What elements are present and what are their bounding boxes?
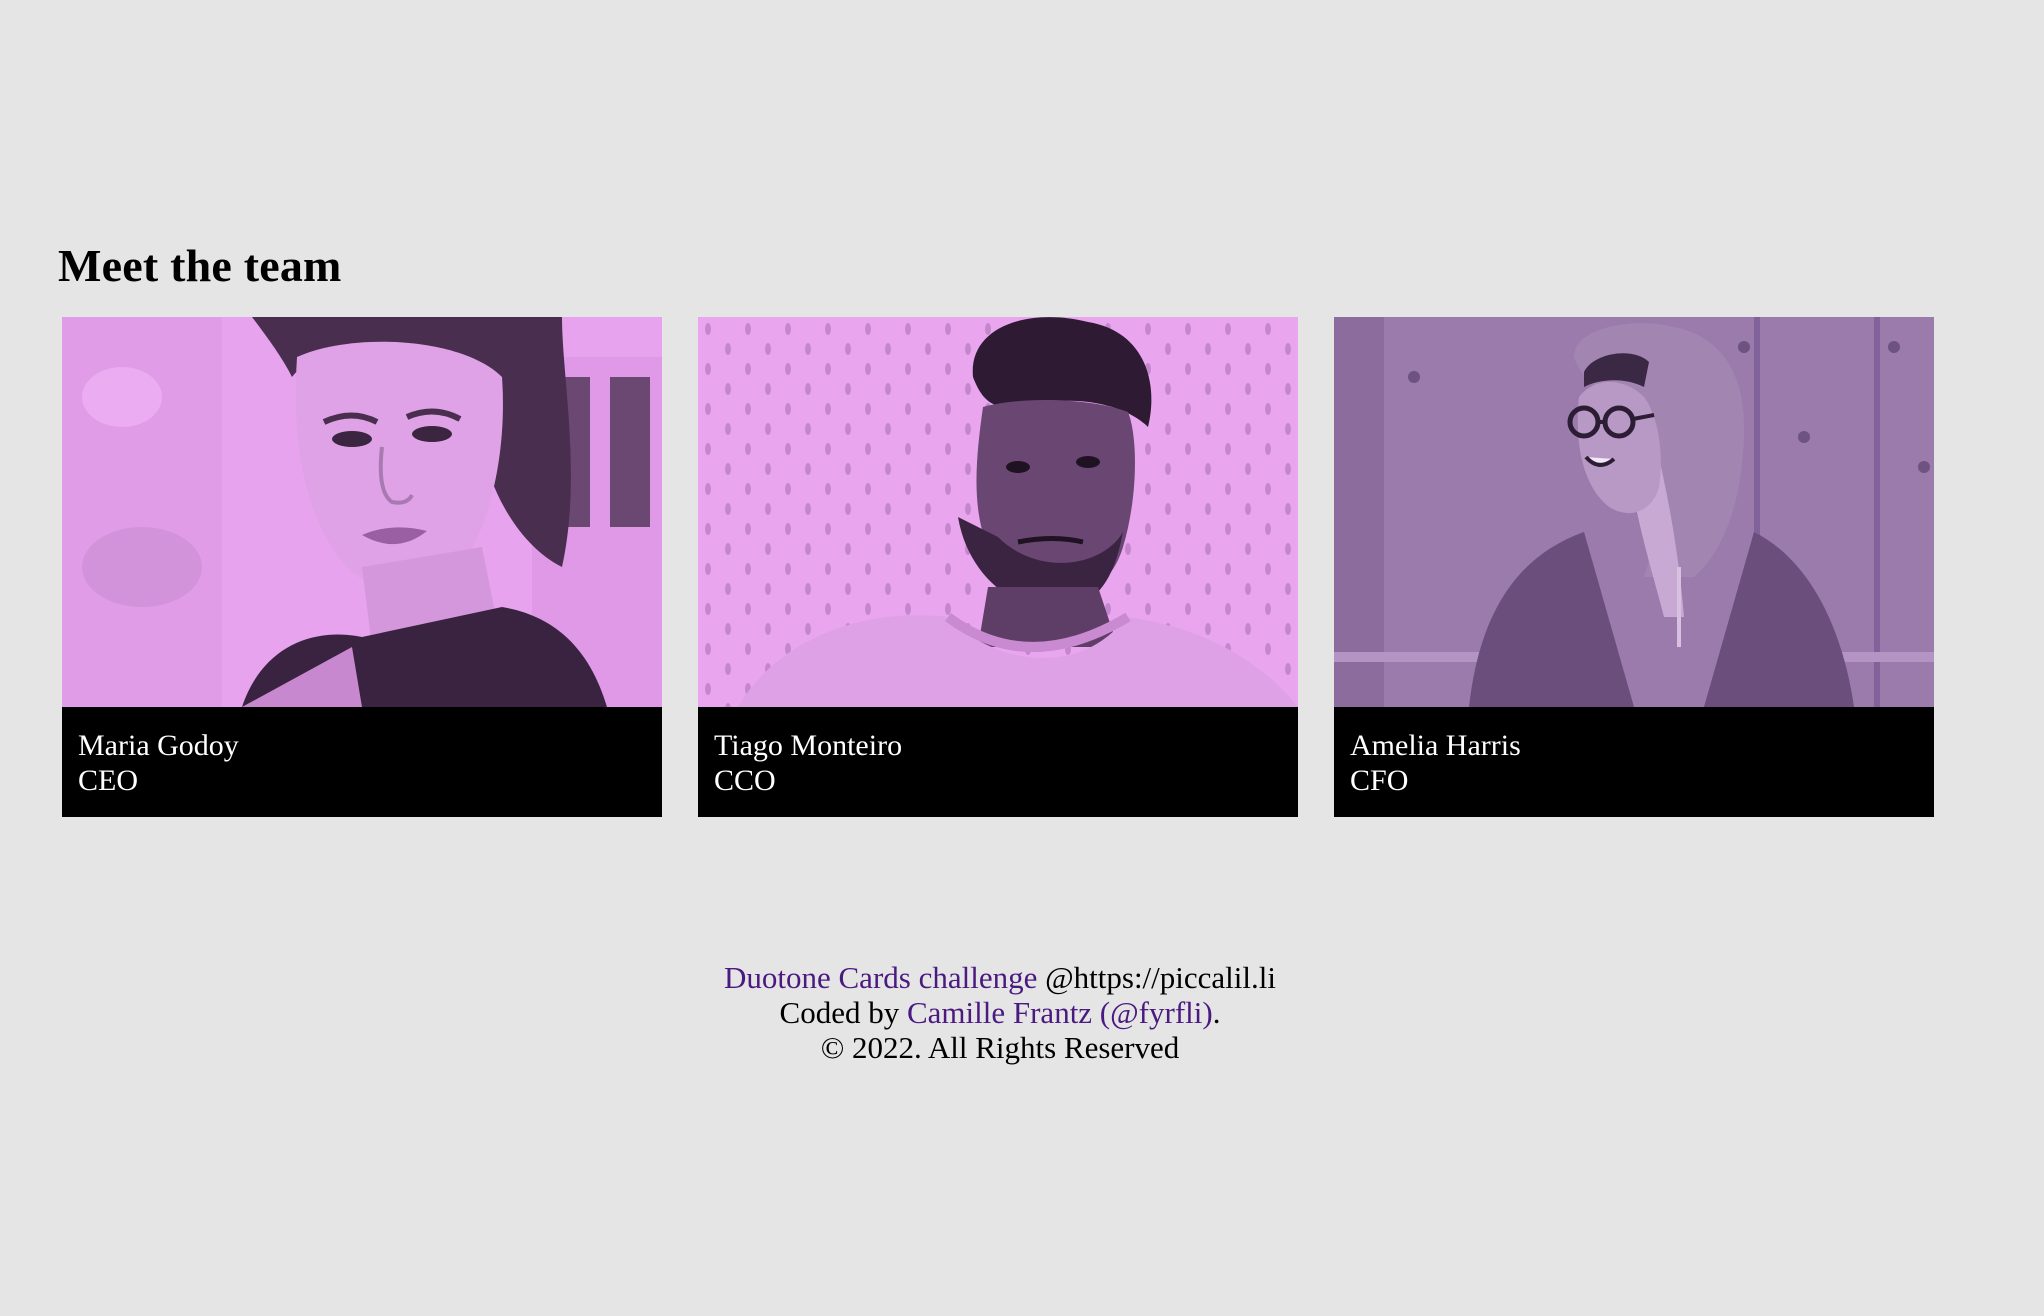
member-name: Maria Godoy <box>78 729 239 762</box>
team-cards: Maria Godoy CEO Tiago Monteiro CCO Ameli… <box>62 317 1934 817</box>
footer-author-line: Coded by Camille Frantz (@fyrfli). <box>0 995 2000 1030</box>
member-name: Amelia Harris <box>1350 729 1521 762</box>
challenge-source: @https://piccalil.li <box>1037 960 1276 995</box>
card-caption: Maria Godoy CEO <box>62 707 662 817</box>
footer-credit-line: Duotone Cards challenge @https://piccali… <box>0 960 2000 995</box>
team-card-amelia: Amelia Harris CFO <box>1334 317 1934 817</box>
member-role: CFO <box>1350 764 1409 797</box>
footer: Duotone Cards challenge @https://piccali… <box>0 960 2000 1065</box>
card-caption: Amelia Harris CFO <box>1334 707 1934 817</box>
copyright: © 2022. All Rights Reserved <box>820 1030 1180 1065</box>
card-caption: Tiago Monteiro CCO <box>698 707 1298 817</box>
coded-by-suffix: . <box>1212 995 1221 1030</box>
member-role: CEO <box>78 764 138 797</box>
page-title: Meet the team <box>58 240 342 291</box>
woman-hoodie-photo <box>1334 317 1934 707</box>
challenge-link[interactable]: Duotone Cards challenge <box>724 960 1037 995</box>
team-card-tiago: Tiago Monteiro CCO <box>698 317 1298 817</box>
member-role: CCO <box>714 764 776 797</box>
woman-portrait-photo <box>62 317 662 707</box>
team-card-maria: Maria Godoy CEO <box>62 317 662 817</box>
member-name: Tiago Monteiro <box>714 729 903 762</box>
man-portrait-photo <box>698 317 1298 707</box>
coded-by-label: Coded by <box>779 995 907 1030</box>
author-link[interactable]: Camille Frantz (@fyrfli) <box>907 995 1213 1030</box>
